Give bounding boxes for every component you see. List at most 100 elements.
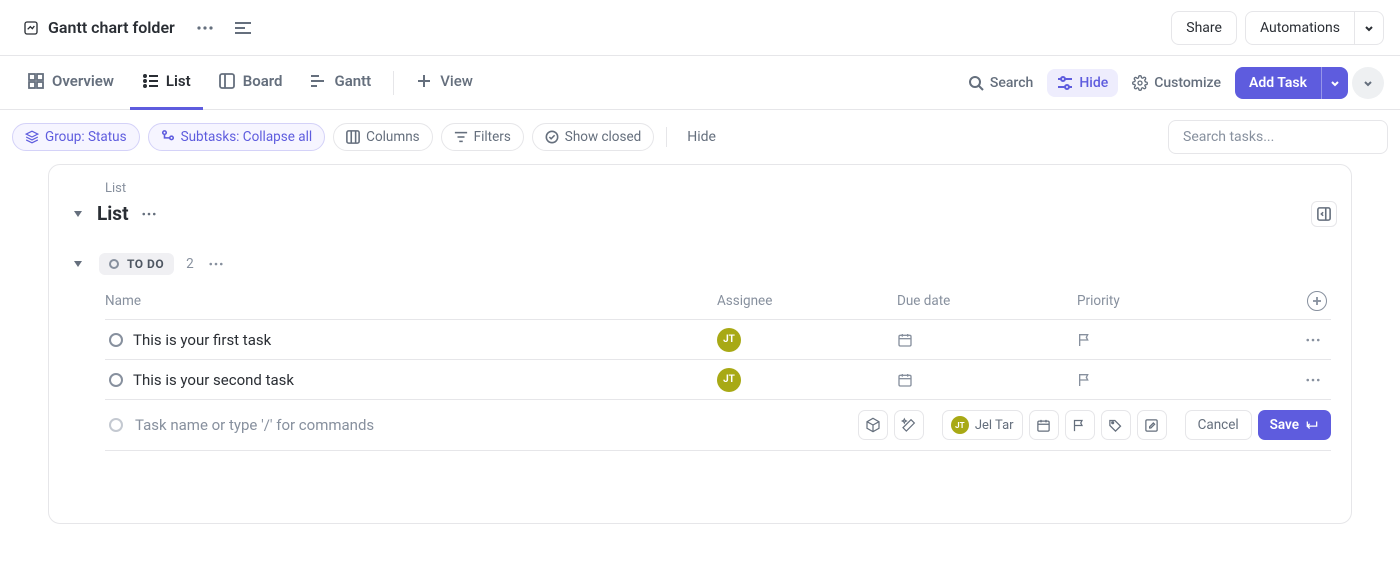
chip-filters[interactable]: Filters bbox=[441, 123, 524, 151]
gantt-icon bbox=[310, 73, 326, 89]
row-more-icon[interactable] bbox=[1299, 326, 1327, 354]
list-more-icon[interactable] bbox=[139, 204, 159, 224]
share-button[interactable]: Share bbox=[1171, 11, 1237, 45]
status-circle-icon[interactable] bbox=[109, 373, 123, 387]
due-date-cell[interactable] bbox=[897, 332, 1077, 348]
new-task-input[interactable] bbox=[133, 415, 846, 435]
priority-cell[interactable] bbox=[1077, 332, 1277, 348]
chip-columns[interactable]: Columns bbox=[333, 123, 432, 151]
list-icon bbox=[142, 73, 158, 89]
status-chip[interactable]: TO DO bbox=[99, 253, 174, 275]
task-type-button[interactable] bbox=[858, 410, 888, 440]
search-tasks-input[interactable] bbox=[1168, 120, 1388, 154]
expand-button[interactable] bbox=[1352, 67, 1384, 99]
table-row[interactable]: This is your second task JT bbox=[105, 360, 1331, 400]
add-column-button[interactable] bbox=[1307, 291, 1327, 311]
flag-icon bbox=[1077, 372, 1093, 388]
chip-label: Subtasks: Collapse all bbox=[181, 129, 313, 145]
search-tasks-box[interactable] bbox=[1168, 120, 1388, 154]
automations-caret[interactable] bbox=[1355, 11, 1384, 45]
chip-show-closed[interactable]: Show closed bbox=[532, 123, 654, 151]
status-circle-icon[interactable] bbox=[109, 333, 123, 347]
search-icon bbox=[968, 75, 984, 91]
filter-icon bbox=[454, 130, 468, 144]
chart-icon bbox=[22, 19, 40, 37]
toggle-sidebar-icon[interactable] bbox=[229, 14, 257, 42]
calendar-icon bbox=[1036, 418, 1051, 433]
add-view[interactable]: View bbox=[404, 56, 485, 110]
cube-icon bbox=[865, 417, 881, 433]
hide-label: Hide bbox=[1079, 75, 1108, 91]
hide-filters-link[interactable]: Hide bbox=[679, 125, 724, 149]
tab-label: View bbox=[440, 72, 473, 90]
gear-icon bbox=[1132, 75, 1148, 91]
collapse-group-caret[interactable] bbox=[69, 255, 87, 273]
avatar[interactable]: JT bbox=[717, 368, 741, 392]
group-more-icon[interactable] bbox=[206, 254, 226, 274]
tags-button[interactable] bbox=[1101, 410, 1131, 440]
add-task-caret[interactable] bbox=[1321, 67, 1348, 99]
more-icon[interactable] bbox=[191, 14, 219, 42]
status-dot-icon bbox=[109, 259, 119, 269]
tab-gantt[interactable]: Gantt bbox=[298, 56, 383, 110]
board-icon bbox=[219, 73, 235, 89]
priority-button[interactable] bbox=[1065, 410, 1095, 440]
add-task-button[interactable]: Add Task bbox=[1235, 67, 1348, 99]
col-name: Name bbox=[105, 293, 717, 309]
col-due: Due date bbox=[897, 293, 1077, 309]
enter-icon bbox=[1305, 418, 1319, 432]
col-assignee: Assignee bbox=[717, 293, 897, 309]
add-task-label: Add Task bbox=[1235, 75, 1321, 91]
customize-tool[interactable]: Customize bbox=[1122, 69, 1231, 97]
flag-icon bbox=[1077, 332, 1093, 348]
ai-button[interactable] bbox=[894, 410, 924, 440]
priority-cell[interactable] bbox=[1077, 372, 1277, 388]
top-bar: Gantt chart folder Share Automations bbox=[0, 0, 1400, 56]
chip-label: Show closed bbox=[565, 129, 641, 145]
due-date-button[interactable] bbox=[1029, 410, 1059, 440]
status-circle-icon[interactable] bbox=[109, 418, 123, 432]
subtasks-icon bbox=[161, 130, 175, 144]
edit-icon bbox=[1144, 418, 1159, 433]
search-tool[interactable]: Search bbox=[958, 69, 1043, 97]
save-label: Save bbox=[1270, 417, 1299, 433]
due-date-cell[interactable] bbox=[897, 372, 1077, 388]
list-card: List List TO DO 2 Name Assignee Due date bbox=[48, 164, 1352, 524]
tab-list[interactable]: List bbox=[130, 56, 203, 110]
table-row[interactable]: This is your first task JT bbox=[105, 320, 1331, 360]
tab-board[interactable]: Board bbox=[207, 56, 295, 110]
assignee-button[interactable]: JT Jel Tar bbox=[942, 410, 1023, 440]
tab-label: Gantt bbox=[334, 72, 371, 90]
flag-icon bbox=[1072, 418, 1087, 433]
task-table: Name Assignee Due date Priority This is … bbox=[69, 283, 1331, 451]
assignee-label: Jel Tar bbox=[975, 418, 1014, 433]
chip-label: Columns bbox=[366, 129, 419, 145]
cancel-button[interactable]: Cancel bbox=[1185, 410, 1252, 440]
hide-tool[interactable]: Hide bbox=[1047, 69, 1118, 97]
col-priority: Priority bbox=[1077, 293, 1277, 309]
layers-icon bbox=[25, 130, 39, 144]
chip-label: Filters bbox=[474, 129, 511, 145]
breadcrumb: List bbox=[105, 181, 1331, 196]
table-header: Name Assignee Due date Priority bbox=[105, 283, 1331, 320]
folder-chip[interactable]: Gantt chart folder bbox=[16, 14, 181, 41]
edit-button[interactable] bbox=[1137, 410, 1167, 440]
tab-label: Overview bbox=[52, 72, 114, 90]
avatar[interactable]: JT bbox=[717, 328, 741, 352]
tag-icon bbox=[1108, 418, 1123, 433]
calendar-icon bbox=[897, 372, 913, 388]
collapse-list-caret[interactable] bbox=[69, 205, 87, 223]
automations-button[interactable]: Automations bbox=[1245, 11, 1355, 45]
filter-bar: Group: Status Subtasks: Collapse all Col… bbox=[0, 110, 1400, 164]
chip-subtasks[interactable]: Subtasks: Collapse all bbox=[148, 123, 326, 151]
new-task-row: JT Jel Tar Cancel Save bbox=[105, 400, 1331, 451]
chip-group[interactable]: Group: Status bbox=[12, 123, 140, 151]
avatar: JT bbox=[951, 416, 969, 434]
columns-icon bbox=[346, 130, 360, 144]
tab-overview[interactable]: Overview bbox=[16, 56, 126, 110]
row-more-icon[interactable] bbox=[1299, 366, 1327, 394]
divider bbox=[666, 127, 667, 147]
calendar-icon bbox=[897, 332, 913, 348]
save-button[interactable]: Save bbox=[1258, 410, 1331, 440]
panel-collapse-button[interactable] bbox=[1311, 201, 1337, 227]
